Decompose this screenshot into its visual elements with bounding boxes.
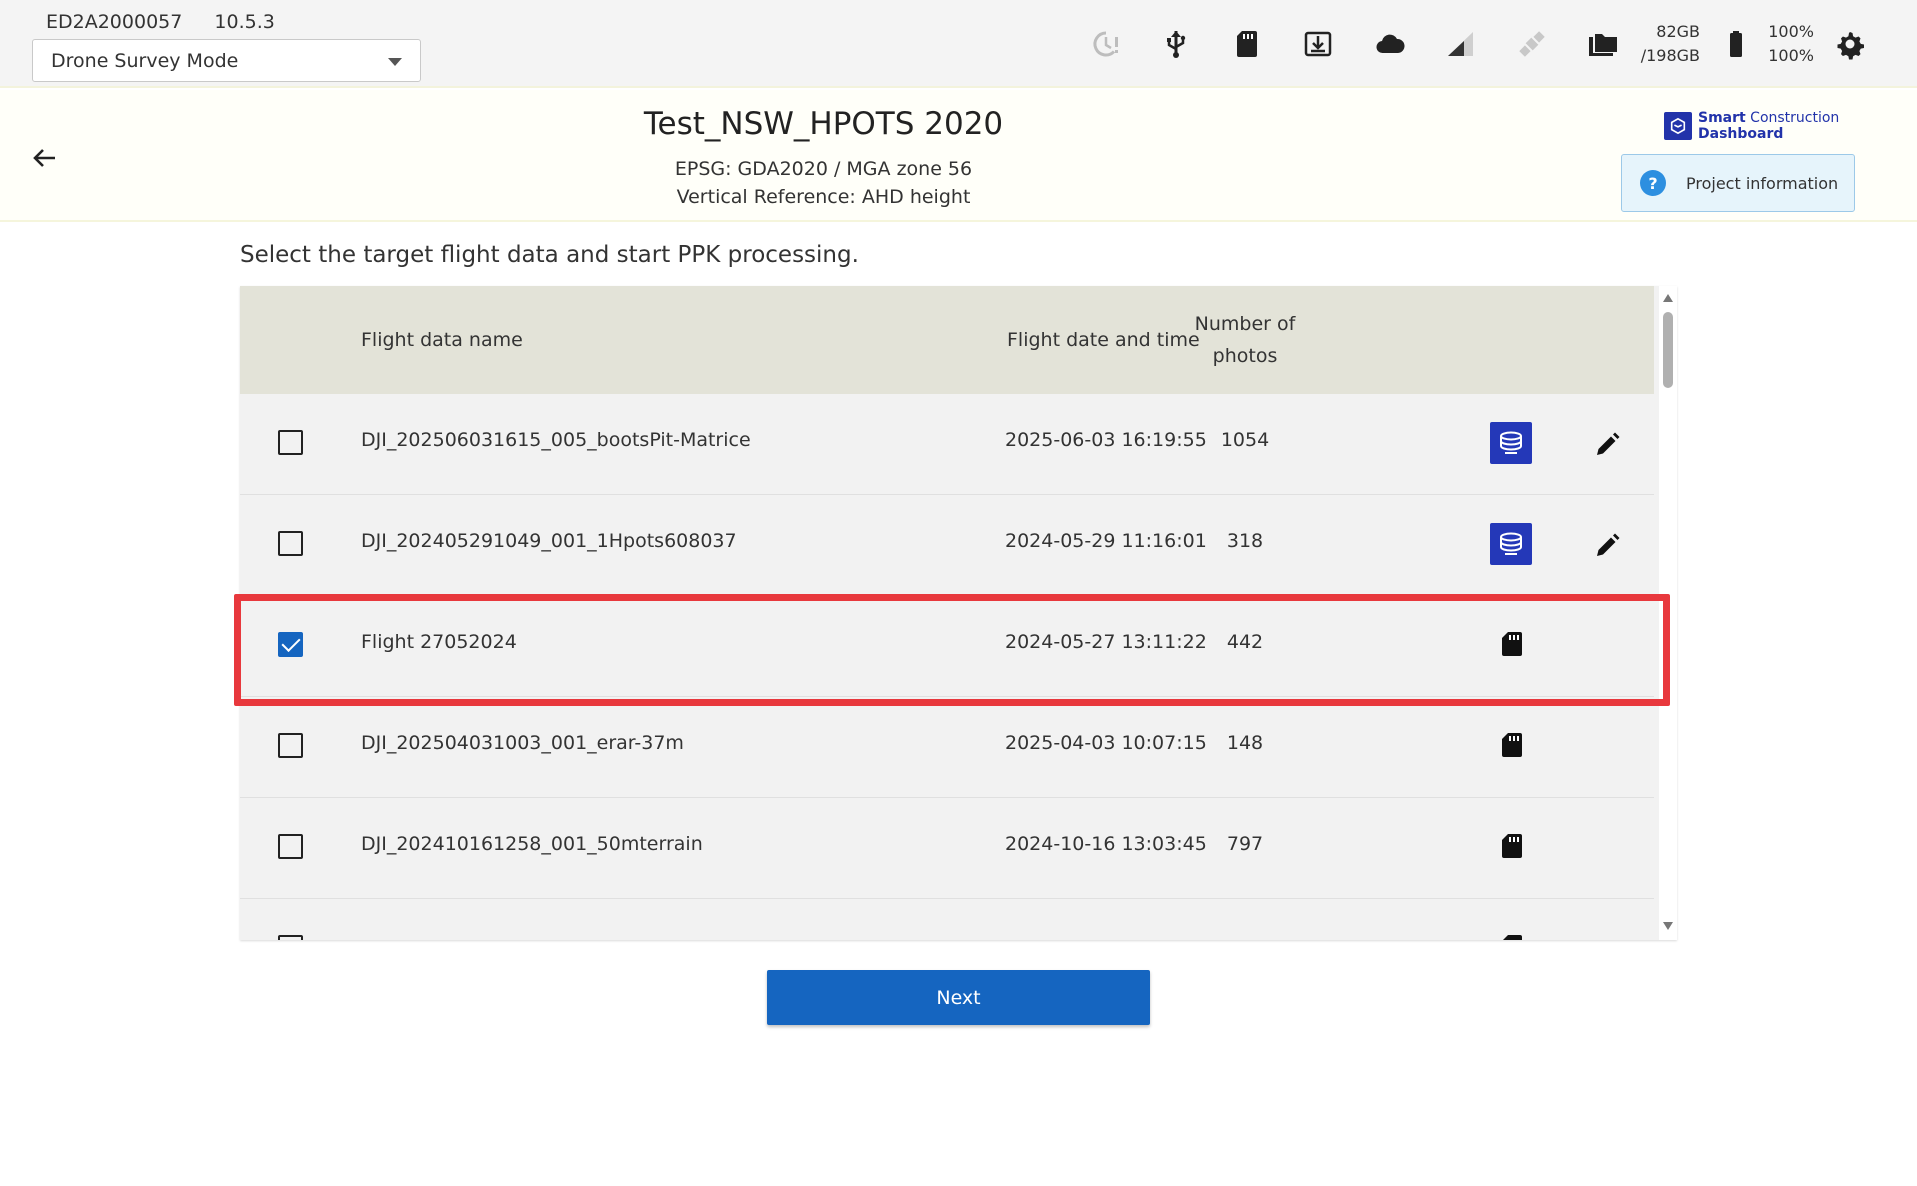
table-row-selected[interactable]: Flight 27052024 2024-05-27 13:11:22 442: [240, 596, 1654, 697]
row-photo-count: 318: [1226, 530, 1264, 552]
table-scrollbar[interactable]: [1659, 286, 1677, 940]
project-information-button[interactable]: ? Project information: [1621, 154, 1855, 212]
table-row-partial[interactable]: [240, 899, 1654, 940]
flight-data-table: Flight data name Flight date and time Nu…: [240, 286, 1677, 940]
row-checkbox[interactable]: [278, 531, 303, 556]
row-photo-count: 148: [1226, 732, 1264, 754]
sd-card-icon: [1229, 26, 1265, 62]
project-title: Test_NSW_HPOTS 2020: [643, 106, 1004, 142]
gear-icon[interactable]: [1832, 26, 1868, 62]
project-information-label: Project information: [1686, 173, 1839, 193]
row-checkbox-checked[interactable]: [278, 632, 303, 657]
mode-dropdown[interactable]: Drone Survey Mode: [32, 39, 421, 82]
row-checkbox[interactable]: [278, 733, 303, 758]
next-button[interactable]: Next: [767, 970, 1150, 1025]
mode-dropdown-value: Drone Survey Mode: [51, 49, 239, 72]
chevron-down-icon: [388, 58, 402, 66]
instruction-text: Select the target flight data and start …: [240, 242, 859, 268]
row-photo-count: 1054: [1220, 429, 1270, 451]
cloud-database-icon: [1490, 523, 1532, 565]
sd-card-icon: [1502, 632, 1522, 656]
table-header: Flight data name Flight date and time Nu…: [240, 286, 1654, 394]
battery-readout: 100% 100%: [1762, 20, 1814, 68]
smart-construction-logo: Smart Construction Dashboard: [1664, 110, 1839, 142]
sd-card-icon: [1503, 935, 1522, 940]
usb-icon: [1158, 26, 1194, 62]
logo-mark-icon: [1664, 112, 1692, 140]
row-checkbox[interactable]: [278, 430, 303, 455]
col-header-photos-line2: photos: [1212, 345, 1278, 367]
help-icon: ?: [1640, 170, 1666, 196]
row-flight-name: DJI_202410161258_001_50mterrain: [361, 833, 703, 855]
project-epsg: EPSG: GDA2020 / MGA zone 56: [674, 158, 973, 180]
logo-line1-rest: Construction: [1745, 110, 1840, 126]
row-flight-name: DJI_202506031615_005_bootsPit-Matrice: [361, 429, 751, 451]
row-checkbox[interactable]: [278, 834, 303, 859]
sd-card-icon: [1502, 733, 1522, 757]
logo-line1-bold: Smart: [1698, 110, 1746, 126]
row-flight-name: DJI_202405291049_001_1Hpots608037: [361, 530, 737, 552]
scroll-up-arrow-icon[interactable]: [1663, 294, 1673, 302]
storage-used: 82GB: [1656, 22, 1700, 41]
project-header: Test_NSW_HPOTS 2020 EPSG: GDA2020 / MGA …: [0, 90, 1917, 222]
row-photo-count: 797: [1226, 833, 1264, 855]
logo-line2: Dashboard: [1698, 126, 1784, 142]
project-vertical-reference: Vertical Reference: AHD height: [676, 186, 971, 208]
battery-icon: [1718, 26, 1754, 62]
row-flight-name: DJI_202504031003_001_erar-37m: [361, 732, 684, 754]
row-flight-name: Flight 27052024: [361, 631, 517, 653]
download-icon: [1300, 26, 1336, 62]
table-row[interactable]: DJI_202504031003_001_erar-37m 2025-04-03…: [240, 697, 1654, 798]
sd-card-icon: [1502, 834, 1522, 858]
device-serial: ED2A2000057: [46, 11, 183, 33]
col-header-name: Flight data name: [361, 329, 523, 351]
logo-text: Smart Construction Dashboard: [1698, 110, 1839, 142]
folder-icon: [1585, 26, 1621, 62]
storage-total: /198GB: [1640, 46, 1700, 65]
scroll-down-arrow-icon[interactable]: [1663, 922, 1673, 930]
satellite-icon: [1514, 26, 1550, 62]
table-row[interactable]: DJI_202405291049_001_1Hpots608037 2024-0…: [240, 495, 1654, 596]
row-photo-count: 442: [1226, 631, 1264, 653]
cloud-database-icon: [1490, 422, 1532, 464]
storage-readout: 82GB /198GB: [1636, 20, 1700, 68]
battery-level-2: 100%: [1768, 46, 1814, 65]
table-row[interactable]: DJI_202506031615_005_bootsPit-Matrice 20…: [240, 394, 1654, 495]
scroll-thumb[interactable]: [1663, 312, 1673, 388]
cloud-icon: [1372, 26, 1408, 62]
sync-alert-icon: [1088, 26, 1124, 62]
row-checkbox[interactable]: [278, 935, 303, 940]
col-header-photos: Number of photos: [1125, 308, 1365, 372]
battery-level-1: 100%: [1768, 22, 1814, 41]
table-row[interactable]: DJI_202410161258_001_50mterrain 2024-10-…: [240, 798, 1654, 899]
edit-pencil-icon[interactable]: [1592, 430, 1622, 460]
signal-icon: [1443, 26, 1479, 62]
edit-pencil-icon[interactable]: [1592, 531, 1622, 561]
software-version: 10.5.3: [214, 11, 275, 33]
status-bar: ED2A2000057 10.5.3 Drone Survey Mode 82G…: [0, 0, 1917, 88]
col-header-photos-line1: Number of: [1194, 313, 1296, 335]
device-info: ED2A2000057 10.5.3: [46, 11, 301, 33]
